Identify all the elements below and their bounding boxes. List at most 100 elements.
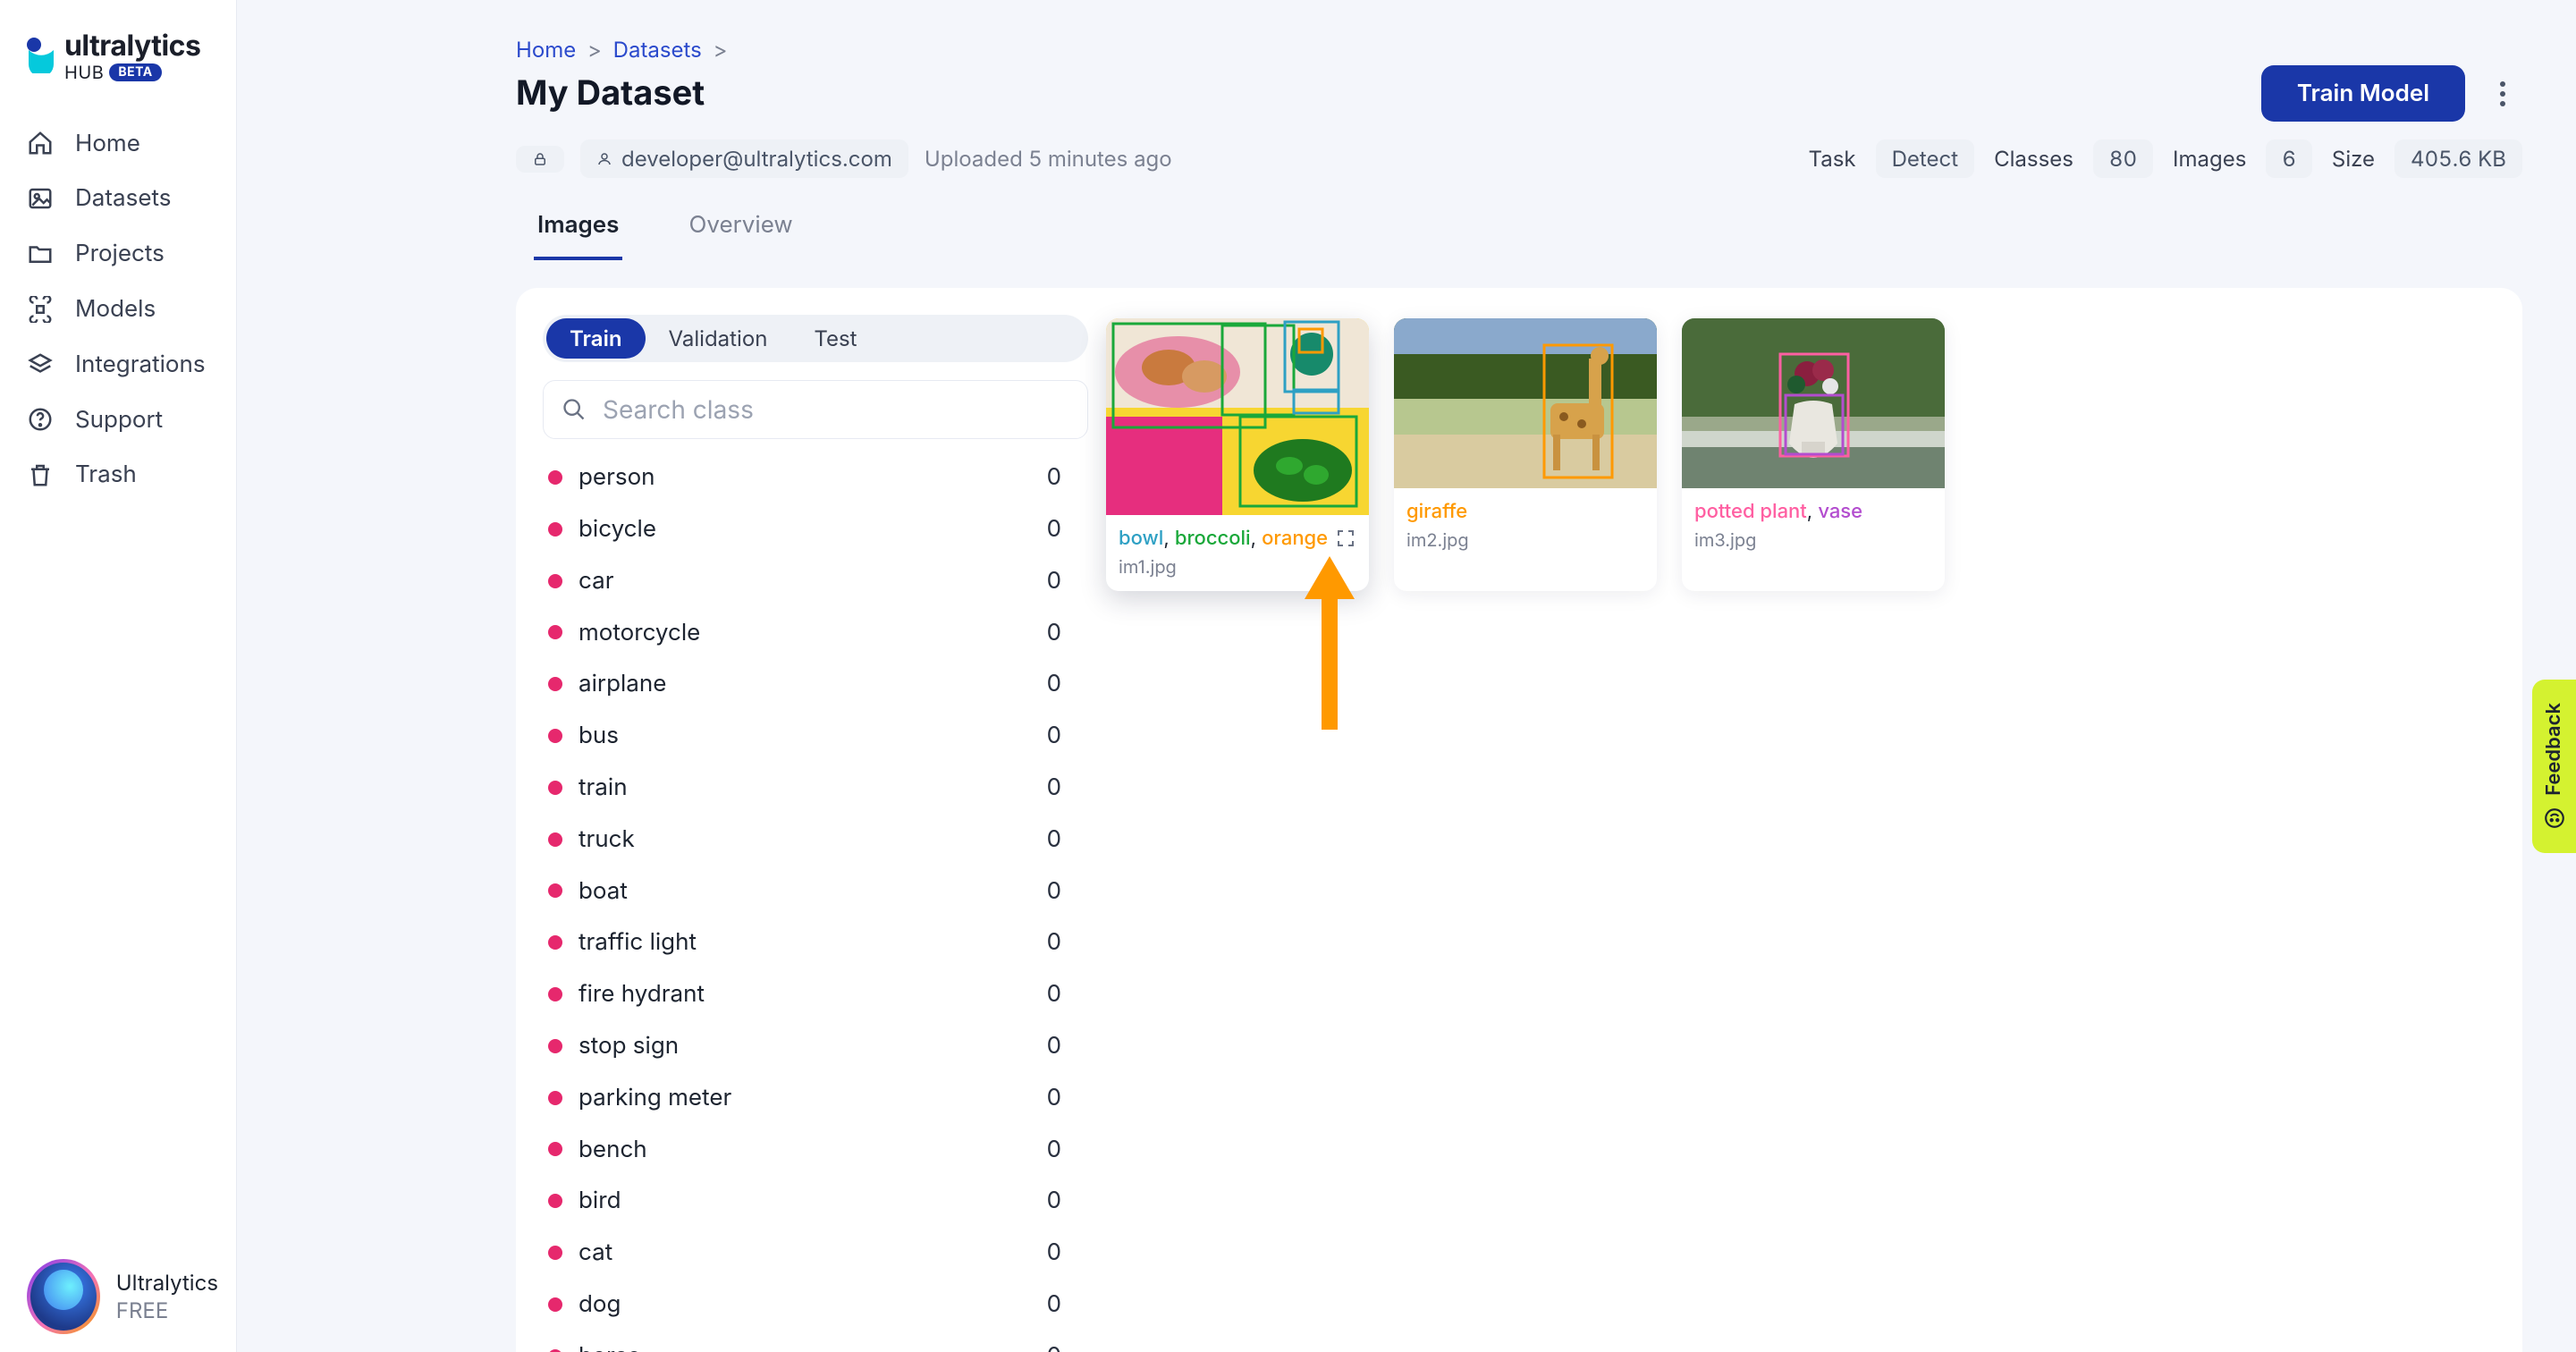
class-count: 0 <box>1047 876 1061 907</box>
class-row[interactable]: bird0 <box>543 1175 1070 1227</box>
class-dot <box>548 1349 562 1352</box>
class-dot <box>548 1194 562 1208</box>
class-dot <box>548 987 562 1001</box>
class-name: motorcycle <box>579 618 700 648</box>
class-row[interactable]: bicycle0 <box>543 503 1070 555</box>
image-thumbnail <box>1682 318 1945 488</box>
class-count: 0 <box>1047 566 1061 596</box>
class-name: bird <box>579 1186 621 1216</box>
image-filename: im2.jpg <box>1406 528 1644 552</box>
image-thumbnail <box>1106 318 1369 515</box>
tab-overview[interactable]: Overview <box>685 201 796 260</box>
class-row[interactable]: car0 <box>543 555 1070 607</box>
sidebar-item-label: Integrations <box>75 350 206 380</box>
image-filename: im1.jpg <box>1119 555 1356 579</box>
class-count: 0 <box>1047 514 1061 545</box>
class-row[interactable]: truck0 <box>543 814 1070 866</box>
class-count: 0 <box>1047 618 1061 648</box>
class-dot <box>548 1246 562 1260</box>
class-row[interactable]: cat 0 <box>543 1227 1070 1279</box>
expand-button[interactable] <box>1335 528 1356 549</box>
search-input[interactable] <box>601 393 1069 426</box>
avatar[interactable] <box>27 1259 100 1334</box>
stat-value-task: Detect <box>1876 139 1974 178</box>
sidebar-item-trash[interactable]: Trash <box>27 460 218 490</box>
class-dot <box>548 729 562 743</box>
class-row[interactable]: airplane0 <box>543 658 1070 710</box>
owner-chip: developer@ultralytics.com <box>580 139 908 178</box>
sidebar-item-projects[interactable]: Projects <box>27 239 218 269</box>
image-card[interactable]: giraffe im2.jpg <box>1394 318 1657 591</box>
sidebar-item-integrations[interactable]: Integrations <box>27 350 218 380</box>
breadcrumb-sep: > <box>587 37 602 63</box>
class-name: cat <box>579 1238 612 1268</box>
search-class[interactable] <box>543 380 1088 439</box>
class-row[interactable]: boat 0 <box>543 866 1070 917</box>
class-dot <box>548 1297 562 1312</box>
beta-badge: BETA <box>109 63 161 81</box>
more-actions-button[interactable] <box>2483 74 2522 114</box>
stat-value-classes: 80 <box>2093 139 2153 178</box>
layers-icon <box>27 351 54 378</box>
footer-org-name: Ultralytics <box>116 1269 218 1297</box>
class-name: dog <box>579 1289 621 1320</box>
class-list[interactable]: person0bicycle0car0motorcycle0airplane0b… <box>543 452 1088 1352</box>
stat-value-images: 6 <box>2266 139 2312 178</box>
class-row[interactable]: train0 <box>543 762 1070 814</box>
sidebar-item-label: Home <box>75 129 140 159</box>
stat-label-task: Task <box>1809 145 1856 173</box>
split-train[interactable]: Train <box>546 318 646 359</box>
image-thumbnail <box>1394 318 1657 488</box>
class-row[interactable]: horse0 <box>543 1331 1070 1352</box>
class-name: boat <box>579 876 628 907</box>
class-name: parking meter <box>579 1083 731 1113</box>
split-validation[interactable]: Validation <box>646 318 791 359</box>
class-row[interactable]: bench0 <box>543 1124 1070 1176</box>
image-icon <box>27 185 54 212</box>
stat-label-images: Images <box>2173 145 2246 173</box>
class-count: 0 <box>1047 1135 1061 1165</box>
train-model-button[interactable]: Train Model <box>2261 65 2465 122</box>
class-name: bus <box>579 721 619 751</box>
dataset-tabs: Images Overview <box>534 201 2522 261</box>
class-dot <box>548 522 562 537</box>
class-row[interactable]: person0 <box>543 452 1070 503</box>
folder-icon <box>27 241 54 267</box>
image-card[interactable]: potted plant, vase im3.jpg <box>1682 318 1945 591</box>
class-count: 0 <box>1047 1289 1061 1320</box>
image-labels: bowl, broccoli, orange <box>1119 526 1356 552</box>
feedback-label: Feedback <box>2541 703 2567 796</box>
class-count: 0 <box>1047 773 1061 803</box>
class-name: horse <box>579 1341 641 1352</box>
split-test[interactable]: Test <box>790 318 880 359</box>
class-count: 0 <box>1047 1238 1061 1268</box>
class-row[interactable]: fire hydrant0 <box>543 968 1070 1020</box>
image-card[interactable]: bowl, broccoli, orange im1.jpg <box>1106 318 1369 591</box>
class-name: stop sign <box>579 1031 679 1061</box>
user-icon <box>596 151 612 167</box>
breadcrumb-home[interactable]: Home <box>516 37 576 63</box>
dataset-stats: Task Detect Classes 80 Images 6 Size 405… <box>1809 139 2522 178</box>
brand-name: ultralytics <box>64 27 200 64</box>
breadcrumb-datasets[interactable]: Datasets <box>613 37 702 63</box>
class-row[interactable]: traffic light0 <box>543 917 1070 968</box>
class-row[interactable]: parking meter0 <box>543 1072 1070 1124</box>
command-icon <box>27 296 54 323</box>
smile-icon <box>2543 807 2566 830</box>
sidebar-item-label: Models <box>75 294 156 325</box>
page-title: My Dataset <box>516 72 705 115</box>
feedback-tab[interactable]: Feedback <box>2532 680 2576 853</box>
sidebar-item-home[interactable]: Home <box>27 129 218 159</box>
class-row[interactable]: motorcycle 0 <box>543 607 1070 659</box>
class-count: 0 <box>1047 721 1061 751</box>
sidebar-item-datasets[interactable]: Datasets <box>27 183 218 214</box>
class-dot <box>548 1039 562 1053</box>
sidebar-item-models[interactable]: Models <box>27 294 218 325</box>
tab-images[interactable]: Images <box>534 201 622 260</box>
sidebar-item-support[interactable]: Support <box>27 405 218 435</box>
class-row[interactable]: dog 0 <box>543 1279 1070 1331</box>
main: Home > Datasets > My Dataset Train Model… <box>237 0 2576 1352</box>
class-row[interactable]: stop sign0 <box>543 1020 1070 1072</box>
class-row[interactable]: bus 0 <box>543 710 1070 762</box>
footer-plan: FREE <box>116 1297 218 1324</box>
